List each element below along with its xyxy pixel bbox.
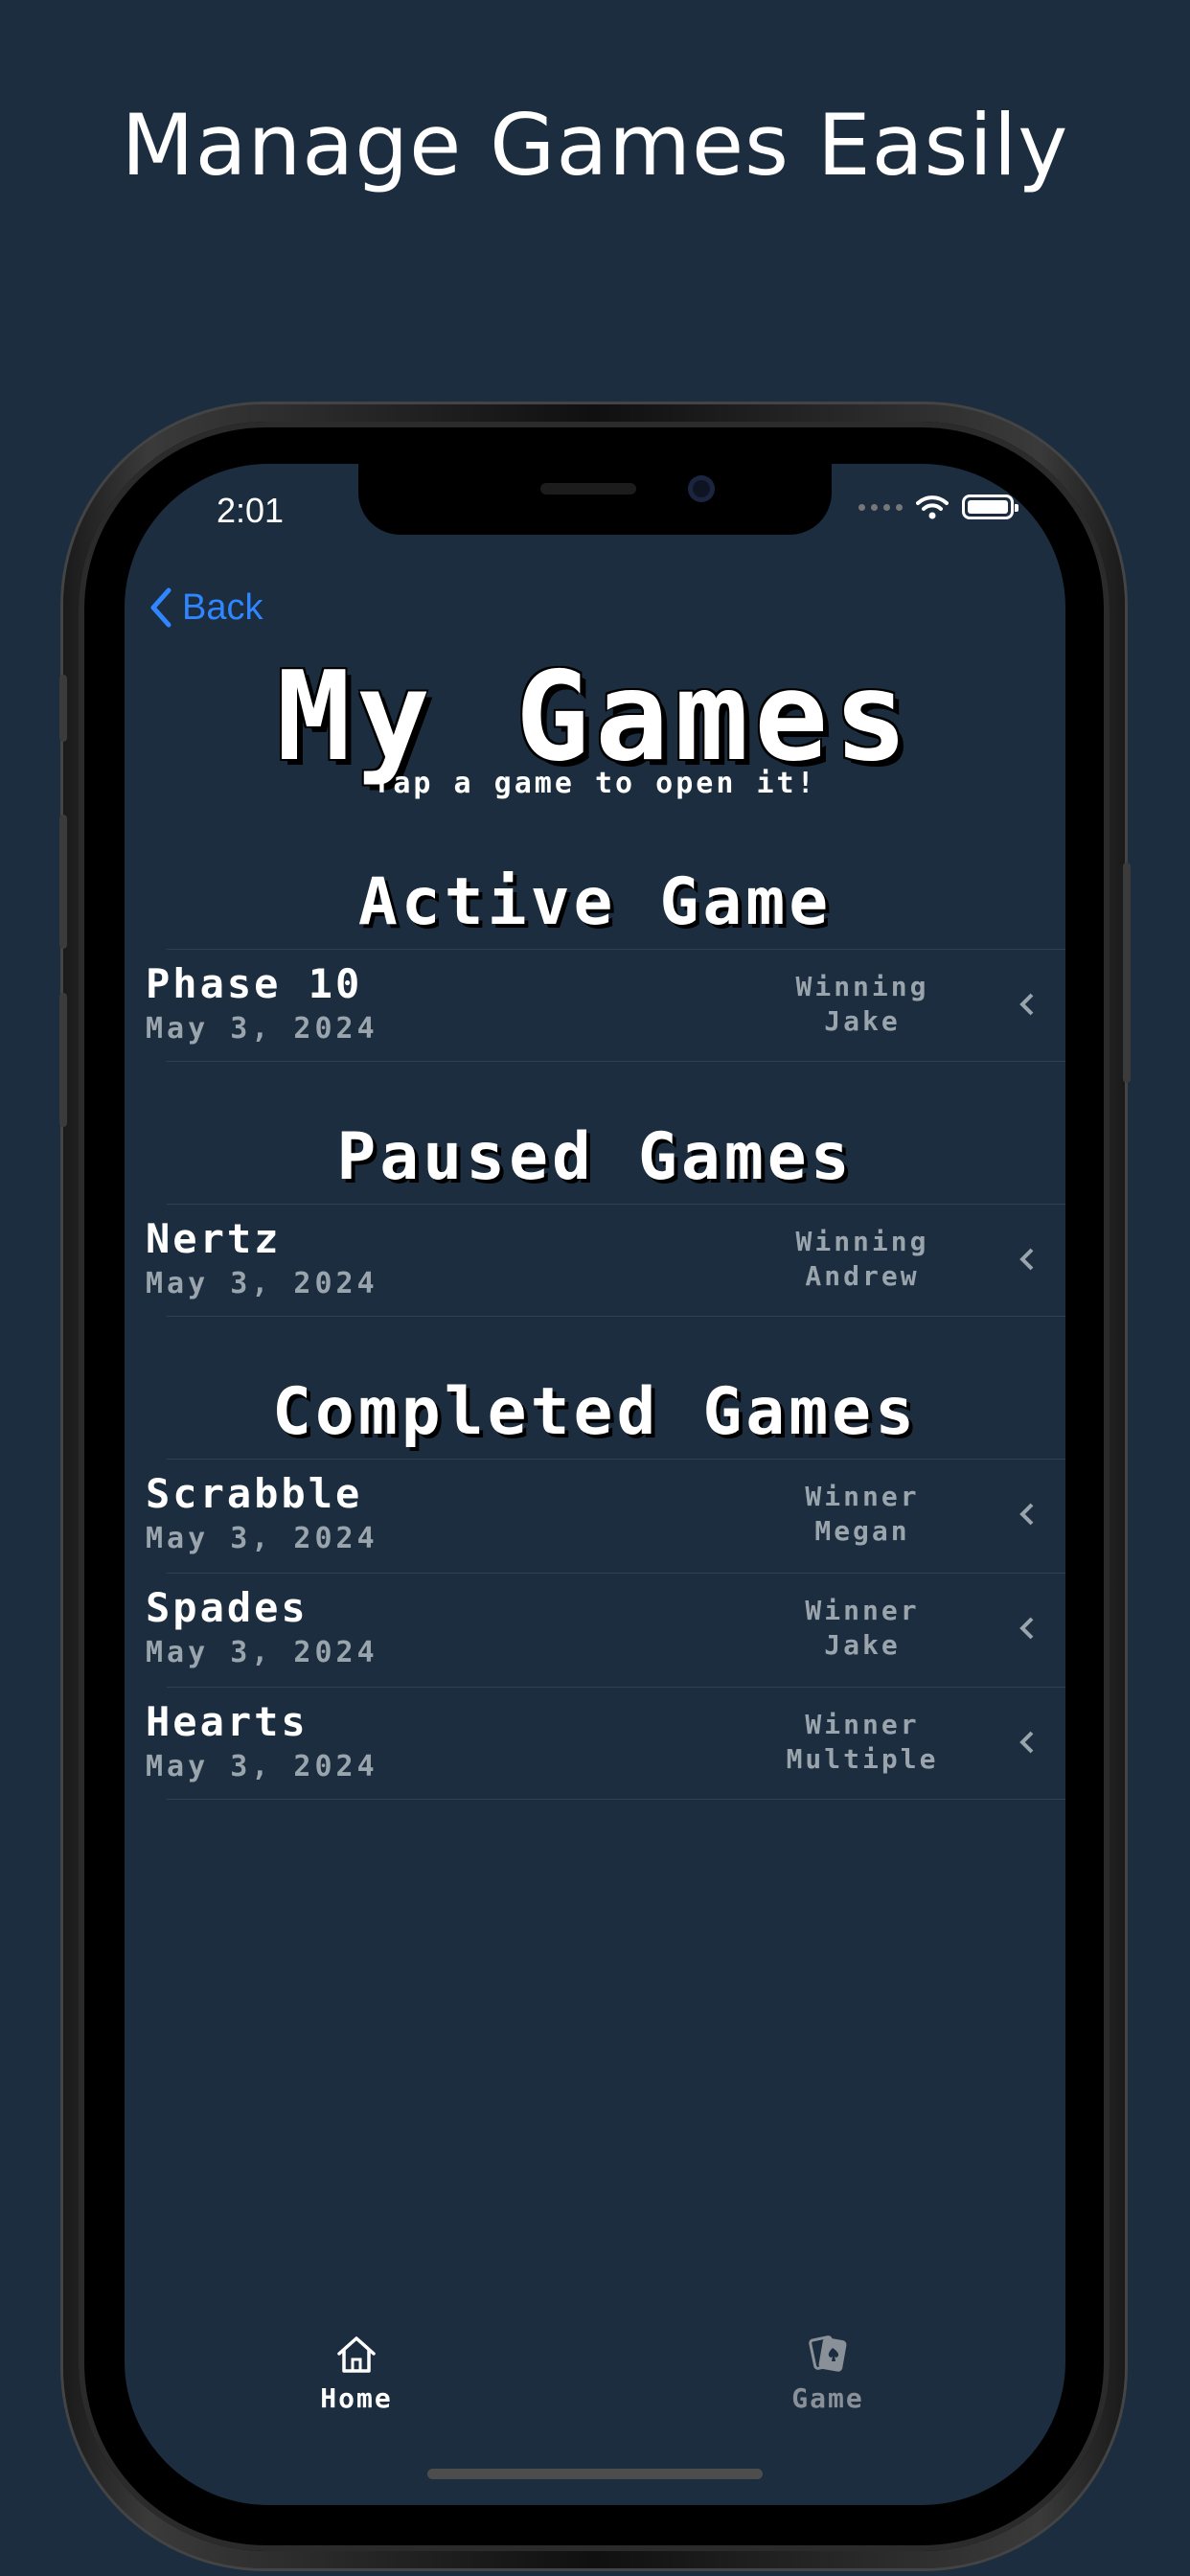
game-row-hearts[interactable]: Hearts May 3, 2024 Winner Multiple — [125, 1687, 1065, 1800]
game-name: Phase 10 — [146, 960, 363, 1007]
section-title-active: Active Game — [357, 864, 833, 940]
volume-up-button — [59, 815, 67, 949]
back-button[interactable]: Back — [149, 586, 263, 629]
notch — [358, 464, 832, 535]
signal-dots-icon — [858, 503, 903, 511]
tab-game-label: Game — [791, 2382, 864, 2414]
speaker-grille — [540, 483, 636, 494]
wifi-icon — [916, 495, 949, 519]
chevron-left-icon — [150, 587, 172, 628]
home-indicator — [427, 2469, 763, 2479]
volume-down-button — [59, 993, 67, 1127]
screen: 2:01 Back My Games Tap a game to open it… — [125, 464, 1065, 2505]
chevron-left-icon — [1019, 1617, 1034, 1640]
game-date: May 3, 2024 — [146, 1750, 378, 1783]
status-time: 2:01 — [217, 491, 285, 530]
game-date: May 3, 2024 — [146, 1267, 378, 1300]
game-status: Winner Jake — [805, 1595, 920, 1661]
camera-icon — [688, 475, 715, 502]
game-status: Winner Multiple — [786, 1709, 939, 1775]
house-icon — [337, 2336, 376, 2373]
game-row-spades[interactable]: Spades May 3, 2024 Winner Jake — [125, 1573, 1065, 1686]
section-title-paused: Paused Games — [336, 1119, 854, 1195]
game-date: May 3, 2024 — [146, 1636, 378, 1669]
page-subtitle: Tap a game to open it! — [373, 767, 817, 800]
chevron-left-icon — [1019, 1731, 1034, 1754]
game-row-phase-10[interactable]: Phase 10 May 3, 2024 Winning Jake — [125, 949, 1065, 1062]
chevron-left-icon — [1019, 993, 1034, 1016]
battery-icon — [962, 494, 1018, 519]
section-title-completed: Completed Games — [271, 1374, 919, 1450]
chevron-left-icon — [1019, 1503, 1034, 1526]
game-date: May 3, 2024 — [146, 1522, 378, 1555]
game-status: Winning Jake — [795, 971, 929, 1037]
game-name: Scrabble — [146, 1470, 363, 1517]
headline: Manage Games Easily — [121, 96, 1069, 195]
chevron-left-icon — [1019, 1248, 1034, 1271]
game-name: Nertz — [146, 1215, 282, 1262]
tab-home[interactable]: Home — [261, 2333, 452, 2414]
power-button — [1123, 862, 1131, 1083]
game-name: Hearts — [146, 1698, 309, 1745]
tab-home-label: Home — [320, 2382, 393, 2414]
game-date: May 3, 2024 — [146, 1012, 378, 1046]
game-name: Spades — [146, 1584, 309, 1631]
game-row-scrabble[interactable]: Scrabble May 3, 2024 Winner Megan — [125, 1459, 1065, 1572]
game-row-nertz[interactable]: Nertz May 3, 2024 Winning Andrew — [125, 1204, 1065, 1317]
status-indicators — [858, 494, 1018, 519]
game-status: Winning Andrew — [795, 1226, 929, 1292]
back-label: Back — [182, 586, 263, 628]
silent-switch — [59, 675, 67, 742]
cards-icon — [809, 2335, 847, 2372]
tab-bar: Home Game — [125, 2333, 1065, 2448]
tab-game[interactable]: Game — [732, 2333, 924, 2414]
game-status: Winner Megan — [805, 1481, 920, 1547]
